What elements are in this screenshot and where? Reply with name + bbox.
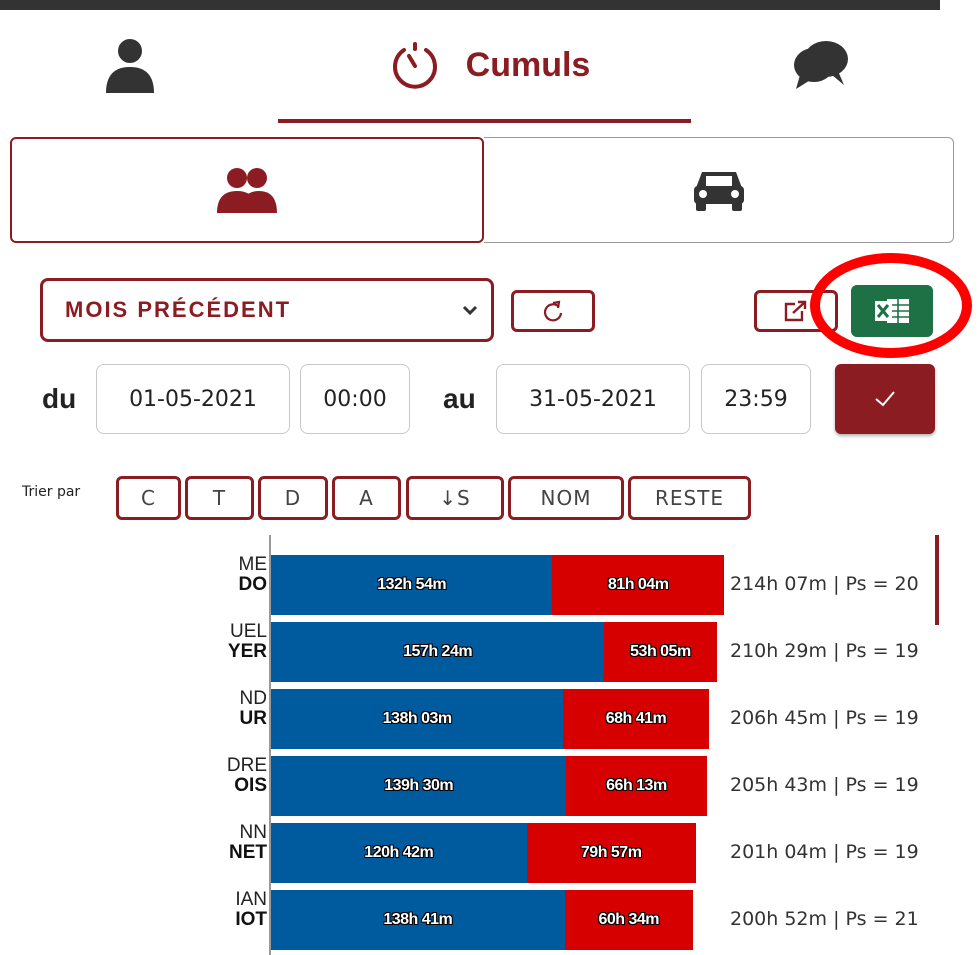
external-link-icon — [784, 300, 807, 322]
row-last-name: DO — [238, 574, 268, 595]
row-first-name: NN — [239, 823, 267, 843]
sort-button-d[interactable]: D — [258, 476, 328, 520]
row-name: ND UR — [221, 689, 267, 729]
chat-icon — [794, 41, 848, 89]
to-time-input[interactable]: 23:59 — [701, 364, 811, 434]
tab-messages[interactable] — [780, 30, 860, 100]
bar-segment-blue[interactable]: 120h 42m — [271, 823, 527, 883]
subtab-vehicles[interactable] — [484, 137, 954, 243]
bar-label-red: 60h 34m — [598, 911, 659, 928]
sort-button-a[interactable]: A — [332, 476, 401, 520]
row-total: 205h 43m | Ps = 19 — [730, 774, 919, 796]
row-name: IAN IOT — [221, 890, 267, 930]
tab-cumuls[interactable]: Cumuls — [370, 30, 610, 100]
row-total: 210h 29m | Ps = 19 — [730, 640, 919, 662]
bar-segment-blue[interactable]: 132h 54m — [271, 555, 553, 615]
bar-label-blue: 157h 24m — [403, 643, 473, 660]
row-total: 206h 45m | Ps = 19 — [730, 707, 919, 729]
bar-segment-blue[interactable]: 138h 41m — [271, 890, 565, 950]
from-label: du — [42, 383, 77, 414]
row-name: DRE OIS — [221, 756, 267, 796]
validate-button[interactable] — [835, 364, 935, 434]
user-icon — [106, 39, 154, 93]
bar-label-blue: 120h 42m — [364, 844, 434, 861]
hours-chart: ME DO 132h 54m 81h 04m 214h 07m | Ps = 20 UEL… — [0, 535, 945, 955]
tab-profile[interactable] — [90, 30, 170, 100]
bar-segment-red[interactable]: 60h 34m — [564, 890, 693, 950]
row-total: 214h 07m | Ps = 20 — [730, 573, 919, 595]
row-name: NN NET — [221, 823, 267, 863]
sort-button-t[interactable]: T — [185, 476, 254, 520]
bar-segment-red[interactable]: 53h 05m — [604, 622, 717, 682]
row-name: ME DO — [221, 555, 268, 595]
stopwatch-icon — [392, 42, 437, 89]
bar-label-blue: 138h 03m — [382, 710, 452, 727]
sort-button-reste[interactable]: RESTE — [628, 476, 751, 520]
row-name: UEL YER — [221, 622, 267, 662]
users-icon — [217, 168, 277, 213]
bar-segment-blue[interactable]: 139h 30m — [271, 756, 567, 816]
row-last-name: NET — [229, 842, 267, 863]
to-label: au — [443, 383, 476, 414]
row-first-name: ME — [238, 555, 268, 575]
sort-button-s[interactable]: ↓S — [406, 476, 504, 520]
row-last-name: OIS — [234, 775, 267, 796]
bar-label-blue: 138h 41m — [383, 911, 453, 928]
bar-label-red: 79h 57m — [580, 844, 642, 861]
row-first-name: IAN — [235, 890, 267, 910]
row-total: 200h 52m | Ps = 21 — [730, 908, 919, 930]
from-time-input[interactable]: 00:00 — [300, 364, 410, 434]
top-bar — [0, 0, 940, 10]
period-select[interactable]: MOIS PRÉCÉDENT — [40, 278, 494, 342]
bar-label-red: 66h 13m — [606, 777, 667, 794]
bar-segment-blue[interactable]: 138h 03m — [271, 689, 564, 749]
chevron-down-icon — [462, 305, 478, 316]
row-last-name: UR — [239, 708, 267, 729]
bar-segment-blue[interactable]: 157h 24m — [271, 622, 605, 682]
bar-label-red: 81h 04m — [607, 576, 669, 593]
sort-button-nom[interactable]: NOM — [508, 476, 624, 520]
excel-icon — [875, 299, 909, 323]
bar-segment-red[interactable]: 68h 41m — [563, 689, 709, 749]
excel-export-button[interactable] — [851, 285, 933, 337]
bar-segment-red[interactable]: 79h 57m — [526, 823, 696, 883]
row-first-name: ND — [239, 689, 267, 709]
bar-segment-red[interactable]: 81h 04m — [552, 555, 724, 615]
sort-label: Trier par — [22, 484, 81, 500]
period-select-value: MOIS PRÉCÉDENT — [65, 297, 292, 322]
bar-label-blue: 139h 30m — [384, 777, 454, 794]
refresh-button[interactable] — [511, 290, 595, 332]
bar-segment-red[interactable]: 66h 13m — [566, 756, 707, 816]
bar-label-red: 53h 05m — [630, 643, 691, 660]
scroll-indicator[interactable] — [935, 535, 939, 625]
active-tab-indicator — [278, 119, 691, 123]
from-date-input[interactable]: 01-05-2021 — [96, 364, 290, 434]
car-icon — [693, 172, 744, 211]
row-first-name: DRE — [226, 756, 267, 776]
refresh-icon — [543, 300, 563, 322]
row-last-name: YER — [227, 641, 267, 662]
subtab-drivers[interactable] — [10, 137, 484, 243]
to-date-input[interactable]: 31-05-2021 — [496, 364, 690, 434]
bar-label-blue: 132h 54m — [377, 576, 447, 593]
sort-button-c[interactable]: C — [116, 476, 181, 520]
row-first-name: UEL — [230, 622, 267, 642]
row-total: 201h 04m | Ps = 19 — [730, 841, 919, 863]
row-last-name: IOT — [235, 909, 267, 930]
check-icon — [875, 391, 895, 407]
bar-label-red: 68h 41m — [605, 710, 667, 727]
export-button[interactable] — [754, 290, 838, 332]
tab-cumuls-label: Cumuls — [465, 45, 591, 84]
